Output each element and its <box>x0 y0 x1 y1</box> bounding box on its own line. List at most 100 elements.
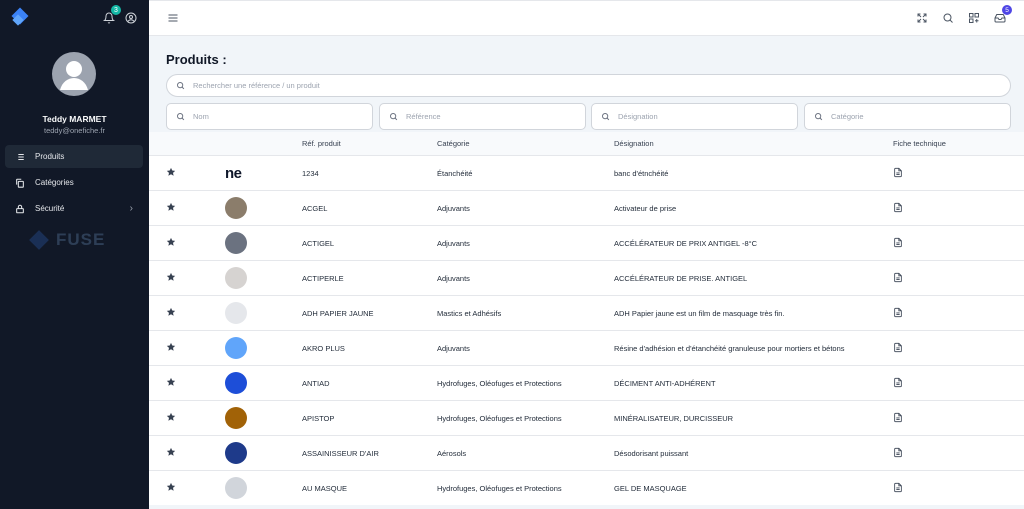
table-row[interactable]: APISTOP Hydrofuges, Oléofuges et Protect… <box>149 400 1024 435</box>
product-designation: DÉCIMENT ANTI-ADHÉRENT <box>614 378 716 388</box>
product-thumbnail <box>225 372 247 394</box>
product-designation: banc d'étnchéité <box>614 168 669 178</box>
table-row[interactable]: ACGEL Adjuvants Activateur de prise <box>149 190 1024 225</box>
favorite-button[interactable] <box>149 447 209 459</box>
notifications-button[interactable]: 3 <box>101 5 121 26</box>
chevron-right-icon: › <box>129 203 133 214</box>
search-icon <box>815 113 823 121</box>
product-image: ne <box>209 165 302 182</box>
table-row[interactable]: AU MASQUE Hydrofuges, Oléofuges et Prote… <box>149 470 1024 505</box>
star-icon <box>166 482 176 491</box>
fuse-watermark: FUSE <box>29 230 105 250</box>
sidebar-item-securite[interactable]: Sécurité › <box>5 197 143 220</box>
copy-icon <box>16 178 24 188</box>
star-icon <box>166 342 176 351</box>
product-designation: ADH Papier jaune est un film de masquage… <box>614 308 785 318</box>
product-designation: Résine d'adhésion et d'étanchéité granul… <box>614 343 845 353</box>
message-count-badge: 5 <box>1002 5 1012 15</box>
search-icon <box>177 113 185 121</box>
filter-categorie[interactable] <box>804 103 1011 130</box>
fiche-technique-button[interactable] <box>893 237 1024 250</box>
favorite-button[interactable] <box>149 272 209 284</box>
product-search-bar[interactable] <box>166 74 1011 97</box>
shortcuts-button[interactable] <box>966 10 982 26</box>
favorite-button[interactable] <box>149 342 209 354</box>
filter-reference-input[interactable] <box>406 112 576 121</box>
avatar[interactable] <box>52 52 96 96</box>
table-row[interactable]: ASSAINISSEUR D'AIR Aérosols Désodorisant… <box>149 435 1024 470</box>
star-icon <box>166 202 176 211</box>
menu-toggle-button[interactable] <box>165 10 181 26</box>
product-thumbnail <box>225 267 247 289</box>
filter-nom[interactable] <box>166 103 373 130</box>
filter-nom-input[interactable] <box>193 112 363 121</box>
product-thumbnail <box>225 197 247 219</box>
fiche-technique-button[interactable] <box>893 412 1024 425</box>
table-row[interactable]: ne 1234 Étanchéité banc d'étnchéité <box>149 155 1024 190</box>
favorite-button[interactable] <box>149 202 209 214</box>
fiche-technique-button[interactable] <box>893 377 1024 390</box>
product-ref: ADH PAPIER JAUNE <box>302 308 374 318</box>
search-button[interactable] <box>940 10 956 26</box>
user-menu-button[interactable] <box>123 10 139 26</box>
product-designation: Désodorisant puissant <box>614 448 689 458</box>
fiche-technique-button[interactable] <box>893 272 1024 285</box>
product-categorie: Adjuvants <box>437 343 470 353</box>
product-ref: APISTOP <box>302 413 335 423</box>
fiche-technique-button[interactable] <box>893 482 1024 495</box>
favorite-button[interactable] <box>149 412 209 424</box>
favorite-button[interactable] <box>149 167 209 179</box>
table-row[interactable]: ANTIAD Hydrofuges, Oléofuges et Protecti… <box>149 365 1024 400</box>
fullscreen-button[interactable] <box>914 10 930 26</box>
fiche-technique-button[interactable] <box>893 342 1024 355</box>
fiche-technique-button[interactable] <box>893 167 1024 180</box>
table-row[interactable]: ACTIPERLE Adjuvants ACCÉLÉRATEUR DE PRIS… <box>149 260 1024 295</box>
table-header: Réf. produit Catégorie Désignation Fiche… <box>149 132 1024 155</box>
favorite-button[interactable] <box>149 307 209 319</box>
fiche-technique-button[interactable] <box>893 447 1024 460</box>
star-icon <box>166 412 176 421</box>
document-icon <box>894 377 902 387</box>
product-image <box>209 232 302 254</box>
star-icon <box>166 377 176 386</box>
star-icon <box>166 272 176 281</box>
product-ref: ANTIAD <box>302 378 330 388</box>
product-categorie: Hydrofuges, Oléofuges et Protections <box>437 413 562 423</box>
product-designation: Activateur de prise <box>614 203 677 213</box>
fiche-technique-button[interactable] <box>893 307 1024 320</box>
product-thumbnail <box>225 302 247 324</box>
fiche-technique-button[interactable] <box>893 202 1024 215</box>
filter-designation-input[interactable] <box>618 112 788 121</box>
search-icon <box>177 82 185 90</box>
product-search-input[interactable] <box>193 81 1001 90</box>
brand-logo-text: ne <box>225 164 242 182</box>
messages-button[interactable]: 5 <box>992 5 1012 26</box>
filter-designation[interactable] <box>591 103 798 130</box>
user-circle-icon <box>125 12 137 24</box>
hamburger-icon <box>168 14 178 22</box>
table-row[interactable]: ADH PAPIER JAUNE Mastics et Adhésifs ADH… <box>149 295 1024 330</box>
filter-categorie-input[interactable] <box>831 112 1001 121</box>
sidebar-item-produits[interactable]: Produits <box>5 145 143 168</box>
product-ref: ACTIGEL <box>302 238 335 248</box>
favorite-button[interactable] <box>149 482 209 494</box>
header-designation[interactable]: Désignation <box>614 139 893 148</box>
product-categorie: Adjuvants <box>437 238 470 248</box>
table-row[interactable]: ACTIGEL Adjuvants ACCÉLÉRATEUR DE PRIX A… <box>149 225 1024 260</box>
product-image <box>209 407 302 429</box>
document-icon <box>894 237 902 247</box>
product-categorie: Adjuvants <box>437 203 470 213</box>
user-silhouette-icon <box>60 61 88 90</box>
header-categorie[interactable]: Catégorie <box>437 139 614 148</box>
favorite-button[interactable] <box>149 377 209 389</box>
filter-reference[interactable] <box>379 103 586 130</box>
table-row[interactable]: AKRO PLUS Adjuvants Résine d'adhésion et… <box>149 330 1024 365</box>
sidebar-item-categories[interactable]: Catégories <box>5 171 143 194</box>
app-logo[interactable] <box>10 7 30 28</box>
sidebar-header: 3 <box>0 0 149 36</box>
favorite-button[interactable] <box>149 237 209 249</box>
header-fiche-technique: Fiche technique <box>893 139 946 148</box>
header-ref[interactable]: Réf. produit <box>302 139 437 148</box>
product-image <box>209 372 302 394</box>
product-image <box>209 302 302 324</box>
